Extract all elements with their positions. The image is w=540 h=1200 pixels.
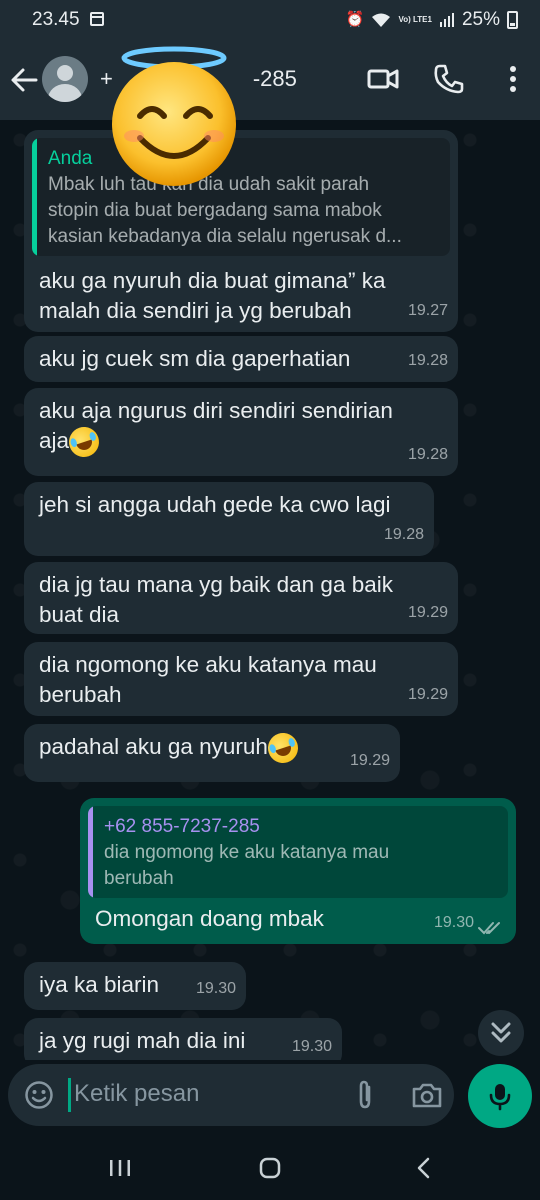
rolling-on-floor-laughing-emoji xyxy=(264,729,302,767)
status-bar: 23.45 ⏰ Vo) LTE1 25% xyxy=(0,0,540,40)
calendar-icon xyxy=(90,12,104,26)
quoted-author: Anda xyxy=(48,148,93,169)
battery-percent: 25% xyxy=(461,9,500,30)
message-incoming[interactable]: dia ngomong ke aku katanya mau berubah 1… xyxy=(24,642,458,716)
message-incoming[interactable]: padahal aku ga nyuruh 19.29 xyxy=(24,724,400,782)
chat-messages[interactable]: Anda Mbak luh tau kan dia udah sakit par… xyxy=(0,120,540,1060)
message-text: jeh si angga udah gede ka cwo lagi xyxy=(39,492,391,517)
message-text: aku aja ngurus diri sendiri sendirian aj… xyxy=(39,396,393,461)
message-time: 19.27 xyxy=(407,302,448,319)
double-chevron-down-icon xyxy=(491,1022,511,1043)
message-time: 19.29 xyxy=(407,686,448,703)
quoted-text: dia ngomong ke aku katanya mau berubah xyxy=(104,842,390,889)
video-call-icon[interactable] xyxy=(366,62,400,96)
message-text: dia jg tau mana yg baik dan ga baik buat… xyxy=(39,572,393,627)
message-text: iya ka biarin xyxy=(39,972,160,997)
text-caret xyxy=(68,1078,71,1112)
message-text: dia ngomong ke aku katanya mau berubah xyxy=(39,652,377,707)
message-text: Omongan doang mbak xyxy=(95,906,324,931)
message-text: padahal aku ga nyuruh xyxy=(39,729,302,767)
message-text: aku jg cuek sm dia gaperhatian xyxy=(39,346,351,371)
smiling-halo-emoji-sticker xyxy=(112,46,236,186)
phone-call-icon[interactable] xyxy=(432,62,466,96)
more-options-icon[interactable] xyxy=(496,62,530,96)
message-time: 19.29 xyxy=(407,604,448,621)
message-input[interactable]: Ketik pesan xyxy=(74,1080,199,1108)
quoted-message[interactable]: +62 855-7237-285 dia ngomong ke aku kata… xyxy=(88,806,508,898)
back-arrow-icon[interactable] xyxy=(8,62,40,98)
message-time: 19.29 xyxy=(349,752,390,769)
contact-avatar[interactable] xyxy=(42,56,88,102)
message-text: ja yg rugi mah dia ini xyxy=(39,1028,246,1053)
emoji-icon[interactable] xyxy=(24,1080,54,1110)
scroll-to-bottom-button[interactable] xyxy=(478,1010,524,1056)
quoted-author: +62 855-7237-285 xyxy=(104,816,260,837)
message-time: 19.30 xyxy=(291,1038,332,1055)
system-nav-bar xyxy=(0,1138,540,1200)
status-icons: ⏰ Vo) LTE1 25% xyxy=(346,9,518,31)
signal-icon xyxy=(439,13,454,27)
back-icon[interactable] xyxy=(412,1156,436,1180)
message-time: 19.28 xyxy=(407,352,448,369)
rolling-on-floor-laughing-emoji xyxy=(65,423,103,461)
wifi-icon xyxy=(372,13,391,27)
status-time: 23.45 xyxy=(32,9,80,30)
message-incoming[interactable]: aku aja ngurus diri sendiri sendirian aj… xyxy=(24,388,458,476)
alarm-icon: ⏰ xyxy=(345,11,365,28)
message-time: 19.30 xyxy=(195,980,236,997)
chat-header: + -285 xyxy=(0,40,540,186)
message-incoming[interactable]: iya ka biarin 19.30 xyxy=(24,962,246,1010)
message-text: aku ga nyuruh dia buat gimana” ka malah … xyxy=(39,268,386,323)
camera-icon[interactable] xyxy=(410,1078,444,1112)
message-time: 19.28 xyxy=(383,526,424,543)
network-label: Vo) LTE1 xyxy=(398,15,432,24)
battery-icon xyxy=(507,11,518,29)
message-incoming[interactable]: aku jg cuek sm dia gaperhatian 19.28 xyxy=(24,336,458,382)
message-incoming[interactable]: jeh si angga udah gede ka cwo lagi 19.28 xyxy=(24,482,434,556)
home-icon[interactable] xyxy=(258,1156,282,1180)
recent-apps-icon[interactable] xyxy=(108,1158,132,1178)
message-composer: Ketik pesan xyxy=(8,1064,454,1126)
message-incoming[interactable]: dia jg tau mana yg baik dan ga baik buat… xyxy=(24,562,458,634)
message-time: 19.28 xyxy=(407,446,448,463)
message-outgoing[interactable]: +62 855-7237-285 dia ngomong ke aku kata… xyxy=(80,798,516,944)
microphone-icon xyxy=(489,1084,511,1111)
message-incoming[interactable]: ja yg rugi mah dia ini 19.30 xyxy=(24,1018,342,1060)
message-time: 19.30 xyxy=(433,914,474,931)
double-check-read-icon xyxy=(478,922,500,935)
paperclip-icon[interactable] xyxy=(348,1078,382,1112)
voice-message-button[interactable] xyxy=(468,1064,532,1128)
